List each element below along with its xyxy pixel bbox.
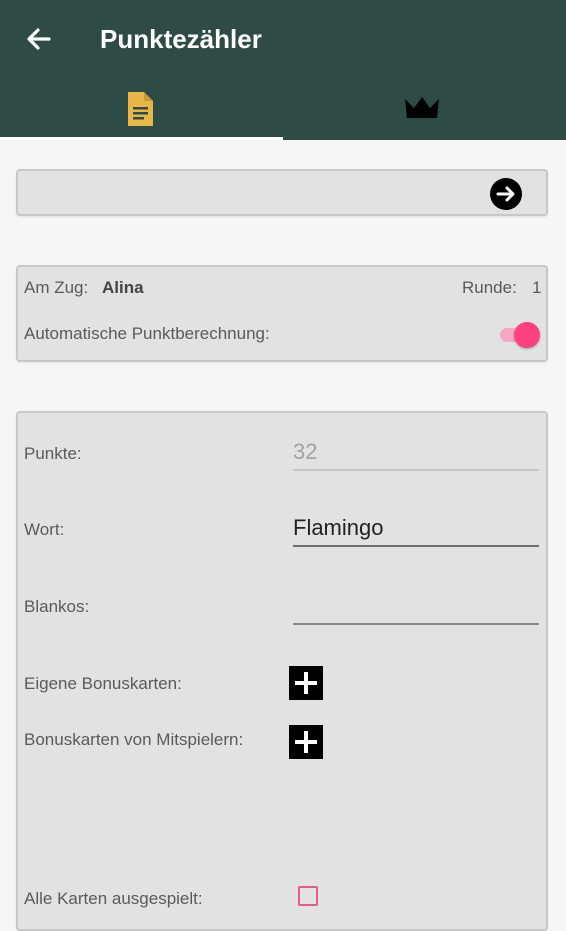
score-form-card: Punkte: Wort: Blankos: Eigene Bonuskarte… [16,411,548,931]
own-bonus-label: Eigene Bonuskarten: [24,674,182,693]
status-card: Am Zug: Alina Runde: 1 Automatische Punk… [16,265,548,362]
blanks-label: Blankos: [24,597,90,616]
word-label: Wort: [24,520,65,539]
top-card [16,169,548,216]
document-icon [128,92,153,126]
points-field [293,435,539,471]
turn-player: Alina [102,278,144,297]
tab-scorer[interactable] [0,80,283,140]
plus-icon [295,731,317,753]
round-label: Runde: [462,278,517,297]
crown-icon [405,97,439,118]
tab-indicator [0,137,283,140]
points-label: Punkte: [24,444,82,463]
arrow-left-icon [27,28,51,50]
next-button[interactable] [490,178,522,210]
add-other-bonus-button[interactable] [289,725,323,759]
blanks-field[interactable] [293,589,539,625]
back-button[interactable] [22,22,56,56]
all-cards-checkbox[interactable] [298,886,318,906]
plus-icon [295,672,317,694]
arrow-right-circle-icon [490,178,522,210]
turn-label: Am Zug: [24,278,89,297]
app-title: Punktezähler [100,24,262,54]
word-field[interactable] [293,511,539,547]
auto-calc-toggle[interactable] [498,319,542,349]
other-bonus-label: Bonuskarten von Mitspielern: [24,730,244,749]
add-own-bonus-button[interactable] [289,666,323,700]
round-value: 1 [532,278,542,297]
toggle-thumb [514,322,540,348]
tab-ranking[interactable] [283,80,566,140]
all-cards-label: Alle Karten ausgespielt: [24,889,203,908]
app-bar: Punktezähler [0,0,566,140]
auto-calc-label: Automatische Punktberechnung: [24,324,270,343]
